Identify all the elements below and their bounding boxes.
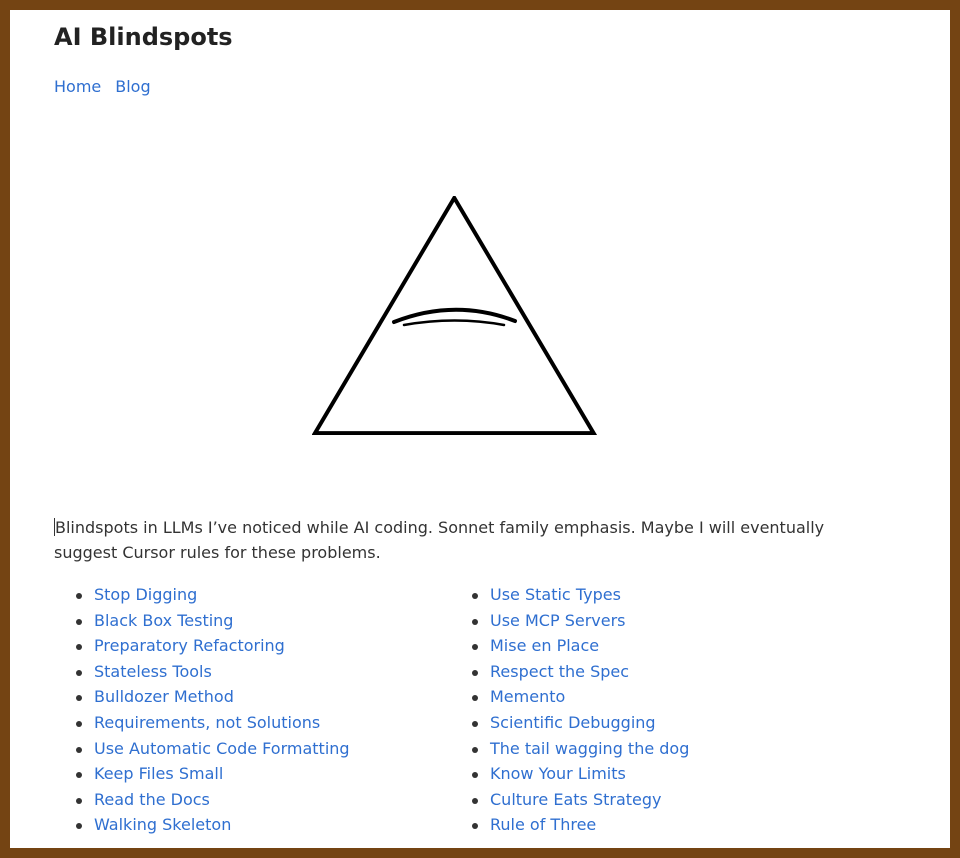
triangle-eye-icon	[312, 196, 598, 436]
post-link-bulldozer-method[interactable]: Bulldozer Method	[94, 687, 234, 706]
logo-eye-lower-arc	[402, 319, 506, 327]
list-item: The tail wagging the dog	[450, 736, 846, 762]
list-item: Stop Digging	[54, 582, 450, 608]
post-link-keep-files-small[interactable]: Keep Files Small	[94, 764, 223, 783]
list-item: Scientific Debugging	[450, 710, 846, 736]
list-item: Memento	[450, 684, 846, 710]
list-item: Rule of Three	[450, 812, 846, 838]
list-item: Requirements, not Solutions	[54, 710, 450, 736]
post-list: Stop Digging Black Box Testing Preparato…	[54, 582, 906, 838]
list-item: Black Box Testing	[54, 608, 450, 634]
list-item: Keep Files Small	[54, 761, 450, 787]
list-item: Use MCP Servers	[450, 608, 846, 634]
list-item: Mise en Place	[450, 633, 846, 659]
main-nav: Home Blog	[54, 77, 151, 96]
intro-paragraph: Blindspots in LLMs I’ve noticed while AI…	[54, 515, 874, 565]
post-link-preparatory-refactoring[interactable]: Preparatory Refactoring	[94, 636, 285, 655]
post-link-know-your-limits[interactable]: Know Your Limits	[490, 764, 626, 783]
post-link-the-tail-wagging-the-dog[interactable]: The tail wagging the dog	[490, 739, 689, 758]
list-item: Read the Docs	[54, 787, 450, 813]
post-link-use-static-types[interactable]: Use Static Types	[490, 585, 621, 604]
post-link-stateless-tools[interactable]: Stateless Tools	[94, 662, 212, 681]
list-item: Culture Eats Strategy	[450, 787, 846, 813]
post-link-rule-of-three[interactable]: Rule of Three	[490, 815, 596, 834]
intro-text: Blindspots in LLMs I’ve noticed while AI…	[54, 518, 825, 562]
nav-home-link[interactable]: Home	[54, 77, 101, 96]
nav-blog-link[interactable]: Blog	[115, 77, 150, 96]
post-link-walking-skeleton[interactable]: Walking Skeleton	[94, 815, 231, 834]
post-link-culture-eats-strategy[interactable]: Culture Eats Strategy	[490, 790, 662, 809]
post-link-respect-the-spec[interactable]: Respect the Spec	[490, 662, 629, 681]
post-link-memento[interactable]: Memento	[490, 687, 565, 706]
list-item: Bulldozer Method	[54, 684, 450, 710]
post-link-black-box-testing[interactable]: Black Box Testing	[94, 611, 233, 630]
list-item: Preparatory Refactoring	[54, 633, 450, 659]
post-link-read-the-docs[interactable]: Read the Docs	[94, 790, 210, 809]
list-item: Use Static Types	[450, 582, 846, 608]
list-item: Stateless Tools	[54, 659, 450, 685]
logo-triangle	[312, 196, 598, 436]
list-item: Walking Skeleton	[54, 812, 450, 838]
post-link-scientific-debugging[interactable]: Scientific Debugging	[490, 713, 656, 732]
site-title[interactable]: AI Blindspots	[54, 23, 233, 51]
list-item: Use Automatic Code Formatting	[54, 736, 450, 762]
post-link-stop-digging[interactable]: Stop Digging	[94, 585, 197, 604]
post-link-use-automatic-code-formatting[interactable]: Use Automatic Code Formatting	[94, 739, 350, 758]
list-item: Know Your Limits	[450, 761, 846, 787]
list-item: Respect the Spec	[450, 659, 846, 685]
post-link-use-mcp-servers[interactable]: Use MCP Servers	[490, 611, 626, 630]
post-link-mise-en-place[interactable]: Mise en Place	[490, 636, 599, 655]
page-frame: AI Blindspots Home Blog Blindspots in LL…	[10, 10, 950, 848]
post-link-requirements-not-solutions[interactable]: Requirements, not Solutions	[94, 713, 320, 732]
